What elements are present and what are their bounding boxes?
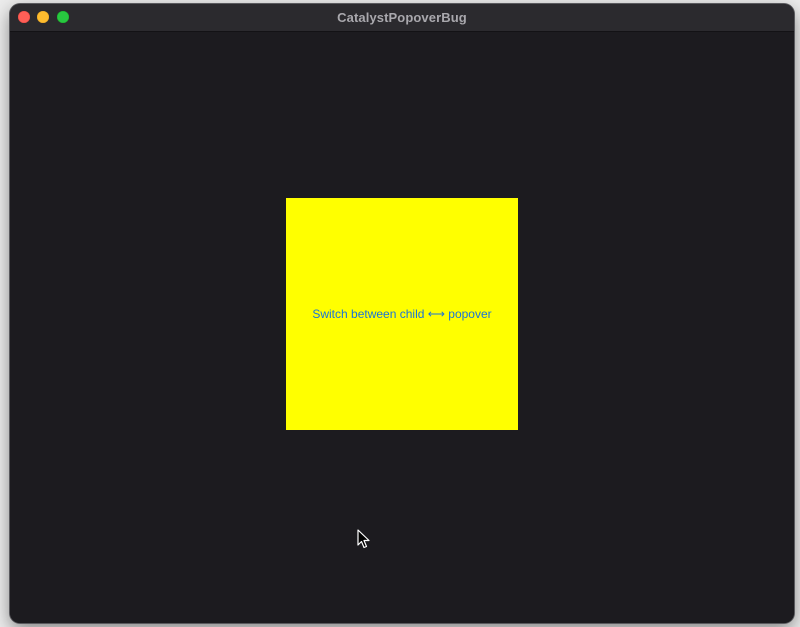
window-title: CatalystPopoverBug: [337, 10, 467, 25]
arrow-cursor-icon: [357, 529, 370, 549]
app-window: CatalystPopoverBug Switch between child …: [10, 4, 794, 623]
window-content: Switch between child ⟷ popover: [10, 32, 794, 623]
switch-child-popover-button[interactable]: Switch between child ⟷ popover: [312, 307, 491, 321]
child-view-panel: Switch between child ⟷ popover: [286, 198, 518, 430]
title-bar[interactable]: CatalystPopoverBug: [10, 4, 794, 32]
desktop: CatalystPopoverBug Switch between child …: [0, 0, 800, 627]
